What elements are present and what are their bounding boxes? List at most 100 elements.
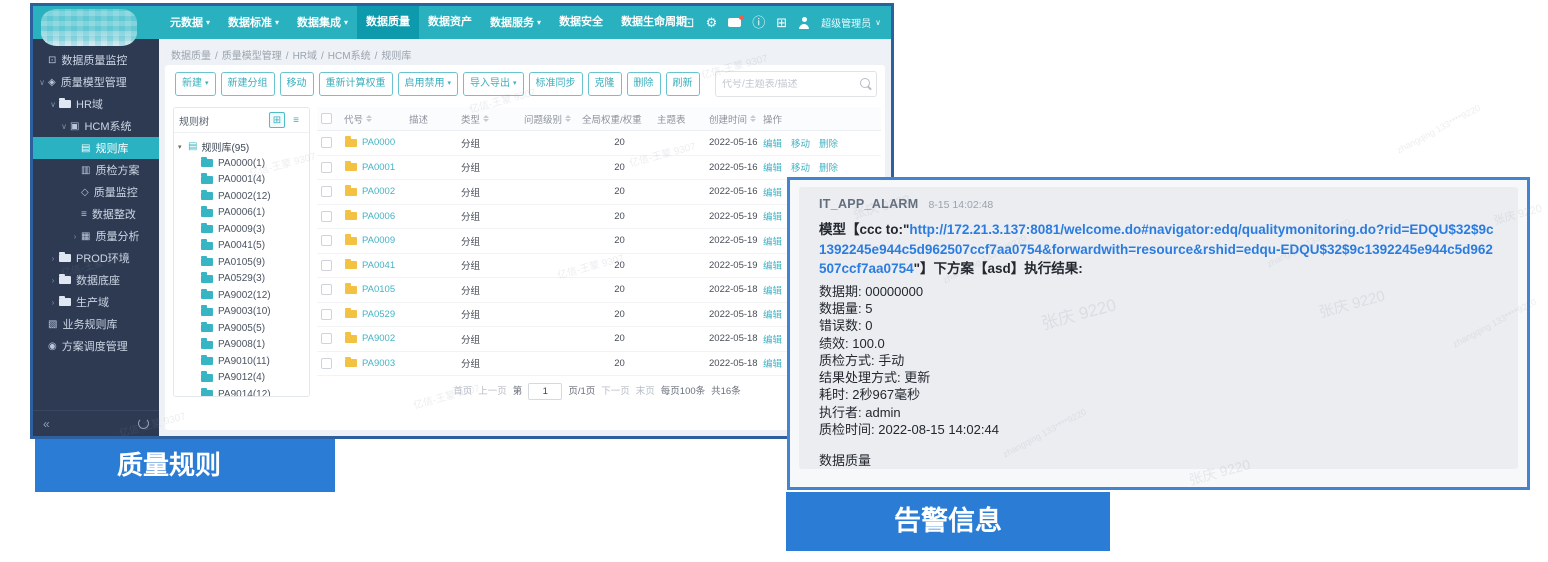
breadcrumb-item[interactable]: 规则库 bbox=[381, 51, 411, 62]
sidebar-item-plan-schedule-mgmt[interactable]: ◉方案调度管理 bbox=[33, 335, 159, 357]
nav-item-data-service[interactable]: 数据服务▾ bbox=[481, 6, 550, 39]
tree-node[interactable]: PA0009(3) bbox=[178, 221, 305, 238]
row-checkbox[interactable] bbox=[321, 137, 332, 148]
tree-node[interactable]: PA9014(12) bbox=[178, 386, 305, 397]
page-next-link[interactable]: 下一页 bbox=[601, 386, 630, 397]
sidebar-item-quality-monitoring[interactable]: ⊡数据质量监控 bbox=[33, 49, 159, 71]
message-icon[interactable] bbox=[728, 18, 741, 27]
row-checkbox[interactable] bbox=[321, 260, 332, 271]
move-button[interactable]: 移动 bbox=[280, 72, 314, 96]
sidebar-item-quality-monitor[interactable]: ◇质量监控 bbox=[33, 181, 159, 203]
sort-icon[interactable] bbox=[565, 115, 571, 122]
nav-item-data-standard[interactable]: 数据标准▾ bbox=[219, 6, 288, 39]
tree-node[interactable]: PA0001(4) bbox=[178, 172, 305, 189]
create-group-button[interactable]: 新建分组 bbox=[221, 72, 275, 96]
nav-item-metadata[interactable]: 元数据▾ bbox=[161, 6, 219, 39]
row-checkbox[interactable] bbox=[321, 186, 332, 197]
help-icon[interactable]: ⊞ bbox=[776, 16, 787, 29]
user-menu[interactable]: 超级管理员∨ bbox=[821, 15, 881, 30]
sidebar-item-business-rule-library[interactable]: ▧业务规则库 bbox=[33, 313, 159, 335]
tree-node[interactable]: PA0041(5) bbox=[178, 238, 305, 255]
sort-icon[interactable] bbox=[366, 115, 372, 122]
standard-sync-button[interactable]: 标准同步 bbox=[529, 72, 583, 96]
op-edit-link[interactable]: 编辑 bbox=[763, 234, 782, 248]
row-checkbox[interactable] bbox=[321, 211, 332, 222]
op-edit-link[interactable]: 编辑 bbox=[763, 136, 782, 150]
sidebar-item-quality-analysis[interactable]: ›▦质量分析 bbox=[33, 225, 159, 247]
info-icon[interactable]: ⓘ bbox=[752, 16, 765, 29]
select-all-checkbox[interactable] bbox=[321, 113, 332, 124]
rule-group-link[interactable]: PA9003 bbox=[362, 358, 395, 369]
page-input[interactable] bbox=[528, 383, 562, 400]
rule-group-link[interactable]: PA0001 bbox=[362, 162, 395, 173]
rule-group-link[interactable]: PA0002 bbox=[362, 186, 395, 197]
delete-button[interactable]: 删除 bbox=[627, 72, 661, 96]
breadcrumb-item[interactable]: 质量模型管理 bbox=[222, 51, 282, 62]
breadcrumb-item[interactable]: HR域 bbox=[293, 51, 317, 62]
op-edit-link[interactable]: 编辑 bbox=[763, 356, 782, 370]
sidebar-item-hr-domain[interactable]: ∨HR域 bbox=[33, 93, 159, 115]
sidebar-item-hcm-system[interactable]: ∨▣HCM系统 bbox=[33, 115, 159, 137]
collapse-sidebar-icon[interactable]: « bbox=[43, 417, 50, 431]
row-checkbox[interactable] bbox=[321, 309, 332, 320]
op-edit-link[interactable]: 编辑 bbox=[763, 185, 782, 199]
op-move-link[interactable]: 移动 bbox=[791, 160, 810, 174]
tree-root-node[interactable]: ▾▤规则库(95) bbox=[178, 138, 305, 155]
rule-group-link[interactable]: PA0529 bbox=[362, 309, 395, 320]
sidebar-item-quality-model-mgmt[interactable]: ∨◈质量模型管理 bbox=[33, 71, 159, 93]
tree-node[interactable]: PA0000(1) bbox=[178, 155, 305, 172]
page-prev-link[interactable]: 上一页 bbox=[478, 386, 507, 397]
row-checkbox[interactable] bbox=[321, 333, 332, 344]
create-button[interactable]: 新建▾ bbox=[175, 72, 216, 96]
tree-node[interactable]: PA9005(5) bbox=[178, 320, 305, 337]
refresh-icon[interactable] bbox=[138, 418, 149, 429]
rule-group-link[interactable]: PA0105 bbox=[362, 284, 395, 295]
row-checkbox[interactable] bbox=[321, 235, 332, 246]
import-export-button[interactable]: 导入导出▾ bbox=[463, 72, 524, 96]
sidebar-item-prod-domain[interactable]: ›生产域 bbox=[33, 291, 159, 313]
sort-icon[interactable] bbox=[483, 115, 489, 122]
tree-node[interactable]: PA9010(11) bbox=[178, 353, 305, 370]
op-edit-link[interactable]: 编辑 bbox=[763, 160, 782, 174]
sidebar-item-prod-env[interactable]: ›PROD环境 bbox=[33, 247, 159, 269]
gear-icon[interactable]: ⚙ bbox=[706, 16, 718, 29]
rule-group-link[interactable]: PA0041 bbox=[362, 260, 395, 271]
breadcrumb-item[interactable]: 数据质量 bbox=[171, 51, 211, 62]
monitor-icon[interactable]: ⊡ bbox=[684, 16, 695, 29]
recalc-weight-button[interactable]: 重新计算权重 bbox=[319, 72, 393, 96]
search-input[interactable] bbox=[716, 79, 860, 90]
nav-item-data-integration[interactable]: 数据集成▾ bbox=[288, 6, 357, 39]
refresh-button[interactable]: 刷新 bbox=[666, 72, 700, 96]
op-edit-link[interactable]: 编辑 bbox=[763, 307, 782, 321]
breadcrumb-item[interactable]: HCM系统 bbox=[328, 51, 371, 62]
sidebar-item-data-rectify[interactable]: ≡数据整改 bbox=[33, 203, 159, 225]
user-icon[interactable] bbox=[798, 17, 810, 29]
op-edit-link[interactable]: 编辑 bbox=[763, 258, 782, 272]
nav-item-data-quality[interactable]: 数据质量 bbox=[357, 6, 419, 39]
nav-item-data-security[interactable]: 数据安全 bbox=[550, 6, 612, 39]
page-first-link[interactable]: 首页 bbox=[453, 386, 472, 397]
tree-node[interactable]: PA9003(10) bbox=[178, 304, 305, 321]
op-delete-link[interactable]: 删除 bbox=[819, 136, 838, 150]
op-move-link[interactable]: 移动 bbox=[791, 136, 810, 150]
rule-group-link[interactable]: PA0000 bbox=[362, 137, 395, 148]
tree-node[interactable]: PA9002(12) bbox=[178, 287, 305, 304]
tree-view-icon[interactable]: ⊞ bbox=[269, 112, 285, 128]
rule-group-link[interactable]: PA0009 bbox=[362, 235, 395, 246]
clone-button[interactable]: 克隆 bbox=[588, 72, 622, 96]
search-icon[interactable] bbox=[860, 78, 873, 91]
tree-node[interactable]: PA0006(1) bbox=[178, 205, 305, 222]
op-delete-link[interactable]: 删除 bbox=[819, 160, 838, 174]
tree-node[interactable]: PA0529(3) bbox=[178, 271, 305, 288]
nav-item-data-asset[interactable]: 数据资产 bbox=[419, 6, 481, 39]
rule-group-link[interactable]: PA0006 bbox=[362, 211, 395, 222]
sidebar-item-rule-library[interactable]: ▤规则库 bbox=[33, 137, 159, 159]
op-edit-link[interactable]: 编辑 bbox=[763, 209, 782, 223]
sort-icon[interactable] bbox=[750, 115, 756, 122]
tree-node[interactable]: PA0002(12) bbox=[178, 188, 305, 205]
row-checkbox[interactable] bbox=[321, 358, 332, 369]
sidebar-item-qc-plan[interactable]: ▥质检方案 bbox=[33, 159, 159, 181]
list-view-icon[interactable]: ≡ bbox=[288, 112, 304, 128]
tree-node[interactable]: PA9008(1) bbox=[178, 337, 305, 354]
tree-node[interactable]: PA0105(9) bbox=[178, 254, 305, 271]
